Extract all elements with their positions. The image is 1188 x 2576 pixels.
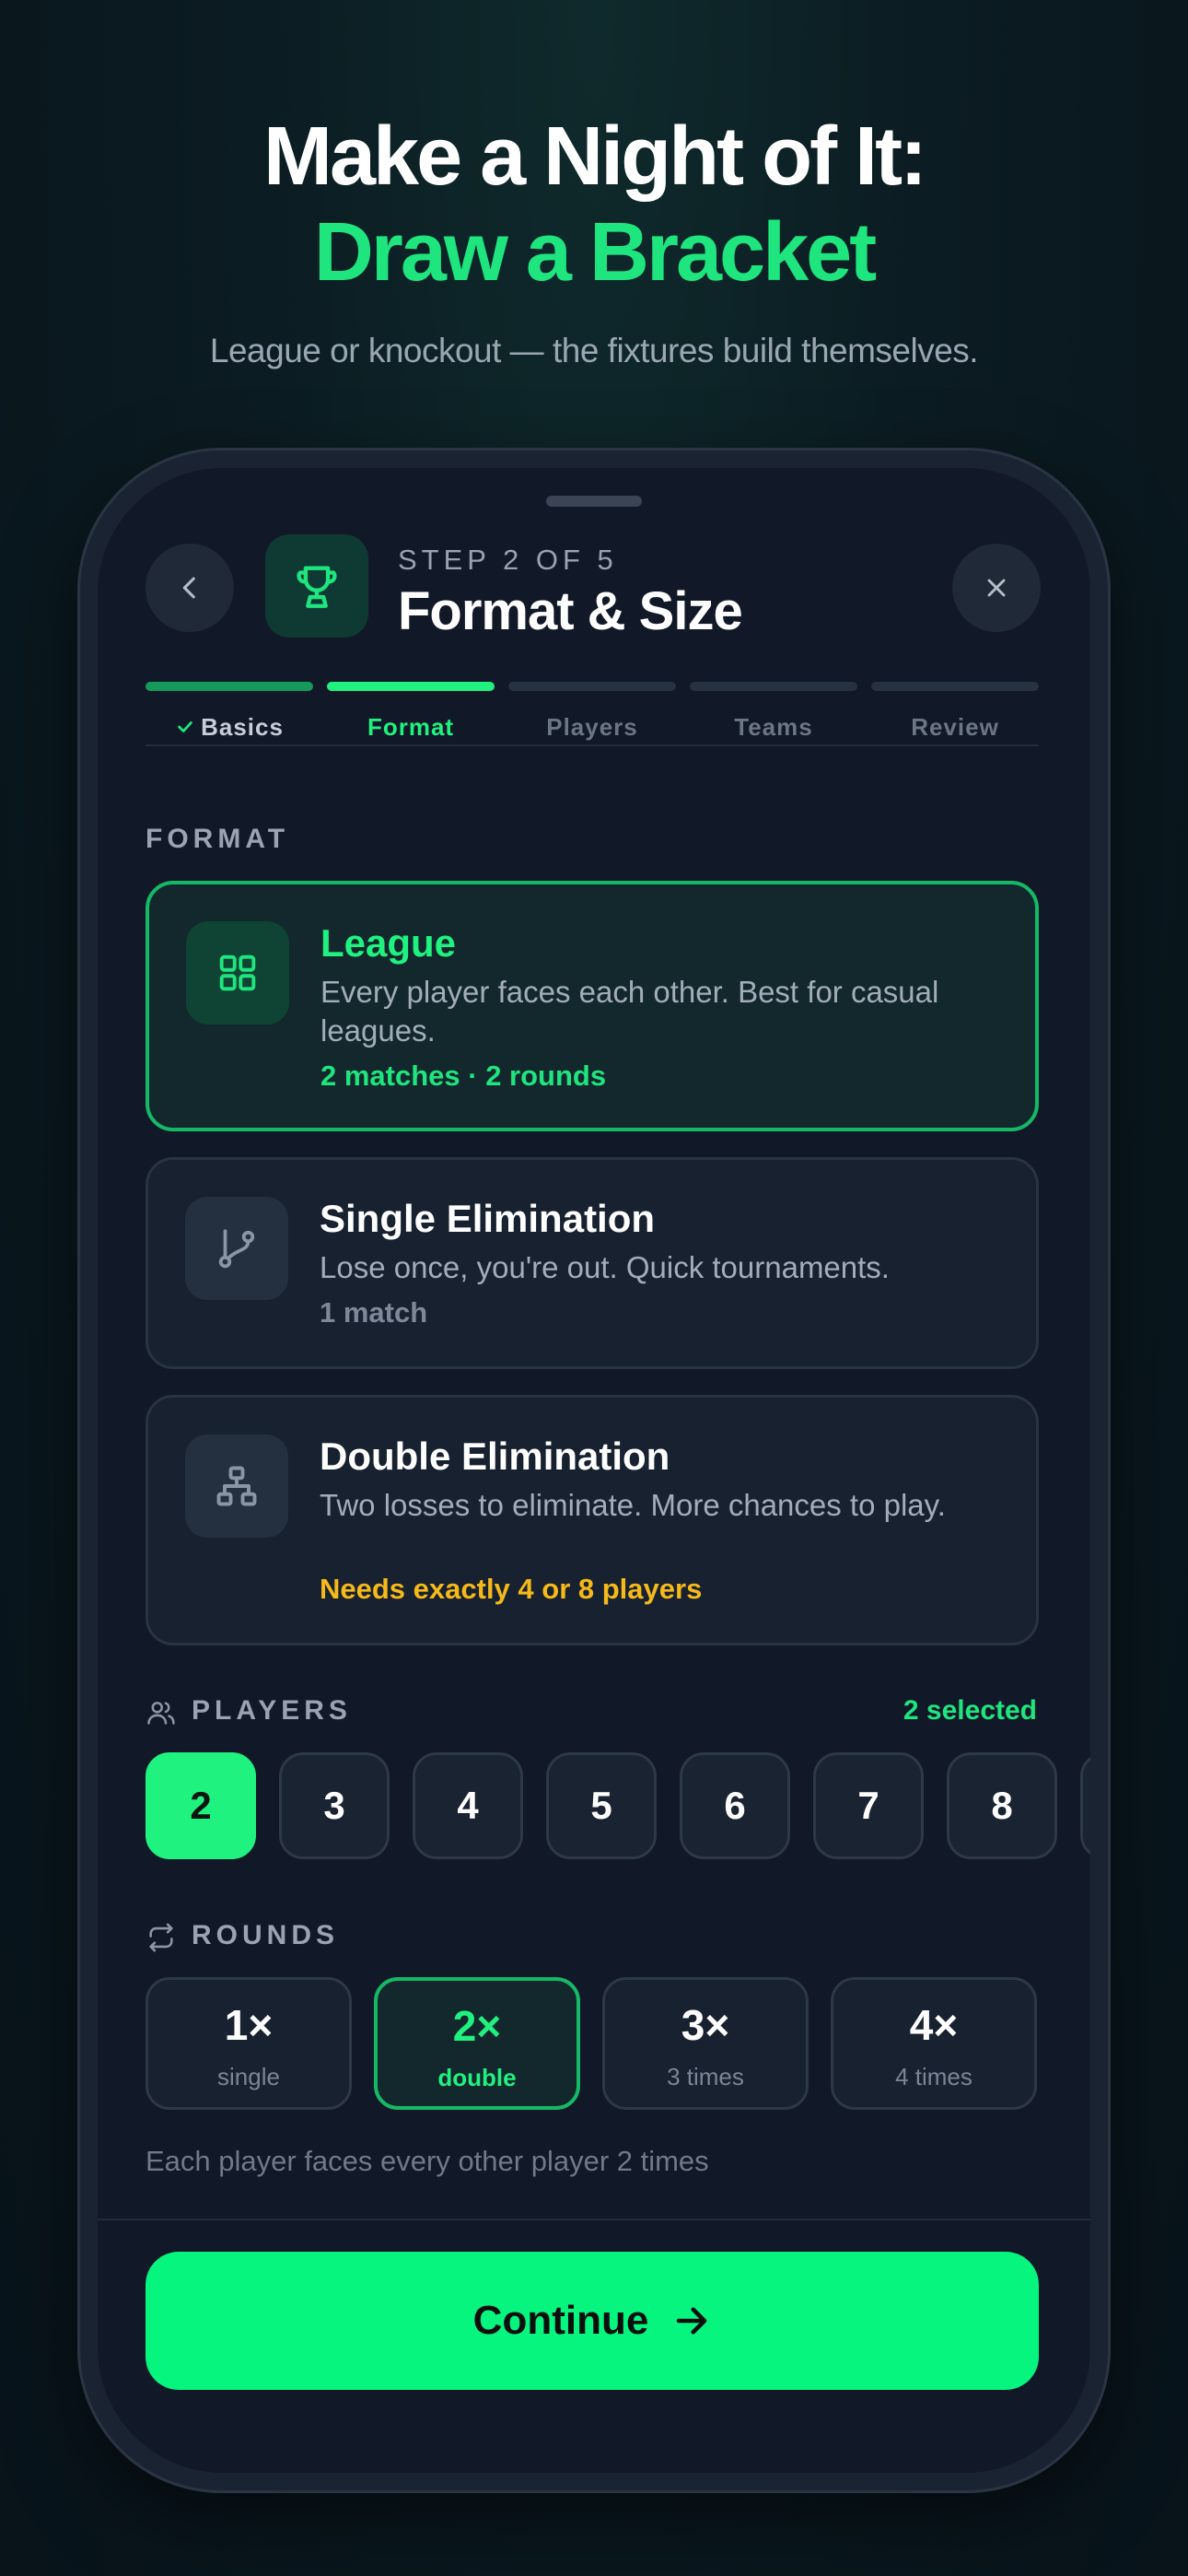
- footer-divider: [98, 2219, 1090, 2220]
- progress-segment-basics: [146, 682, 313, 691]
- step-format[interactable]: Format: [327, 713, 495, 742]
- wizard-sheet: STEP 2 OF 5 Format & Size Basics Format …: [98, 468, 1090, 2473]
- rounds-option-value: 3×: [681, 2001, 730, 2049]
- player-count-chip[interactable]: 8: [947, 1752, 1057, 1859]
- arrow-right-icon: [677, 2307, 707, 2335]
- rounds-option-value: 2×: [452, 2002, 502, 2050]
- header-divider: [146, 744, 1039, 746]
- rounds-option-value: 1×: [224, 2001, 274, 2049]
- step-icon-tile: [265, 534, 368, 638]
- format-option-meta: Needs exactly 4 or 8 players: [320, 1573, 703, 1605]
- continue-button[interactable]: Continue: [146, 2252, 1039, 2390]
- hero-subtitle: League or knockout — the fixtures build …: [209, 332, 979, 369]
- sheet-grabber[interactable]: [546, 496, 642, 507]
- hero-title-line2: Draw a Bracket: [313, 206, 877, 299]
- format-option-description: Every player faces each other. Best for …: [320, 975, 939, 1048]
- progress-segment-format: [327, 682, 495, 691]
- back-button[interactable]: [146, 544, 234, 632]
- format-option-title: Double Elimination: [320, 1434, 670, 1478]
- player-count-chip[interactable]: 5: [546, 1752, 657, 1859]
- player-count-chip[interactable]: 2: [146, 1752, 256, 1859]
- rounds-option[interactable]: 1× single: [146, 1977, 352, 2110]
- format-section-label: FORMAT: [146, 824, 290, 854]
- player-count-chip[interactable]: 6: [680, 1752, 790, 1859]
- players-chip-row[interactable]: 2 3 4 5 6 7 8: [146, 1752, 1090, 1863]
- hero-title-line1: Make a Night of It:: [262, 111, 927, 203]
- repeat-icon: [149, 1923, 173, 1952]
- users-icon: [147, 1702, 175, 1725]
- grid-icon: [219, 954, 256, 991]
- progress-segment-review: [871, 682, 1039, 691]
- rounds-option-caption: single: [217, 2063, 280, 2090]
- branch-icon: [218, 1229, 255, 1269]
- hero-title: Make a Night of It: Draw a Bracket: [0, 109, 1188, 300]
- page-title: Format & Size: [398, 581, 743, 641]
- player-count-chip[interactable]: 7: [813, 1752, 924, 1859]
- check-icon: [178, 721, 192, 732]
- step-review[interactable]: Review: [871, 713, 1039, 742]
- format-option-single-elimination[interactable]: Single Elimination Lose once, you're out…: [146, 1157, 1039, 1369]
- close-button[interactable]: [952, 544, 1041, 632]
- rounds-option-caption: double: [437, 2064, 517, 2091]
- chevron-left-icon: [182, 577, 195, 599]
- player-count-chip[interactable]: 3: [279, 1752, 390, 1859]
- format-option-description: Two losses to eliminate. More chances to…: [320, 1488, 946, 1522]
- trophy-icon: [297, 566, 337, 608]
- rounds-option[interactable]: 2× double: [374, 1977, 580, 2110]
- rounds-section-label: ROUNDS: [192, 1920, 340, 1950]
- format-option-meta: 1 match: [320, 1296, 428, 1329]
- format-option-title: Single Elimination: [320, 1197, 656, 1240]
- player-count-chip[interactable]: 4: [413, 1752, 523, 1859]
- format-option-description: Lose once, you're out. Quick tournaments…: [320, 1250, 890, 1284]
- rounds-option-value: 4×: [909, 2001, 959, 2049]
- rounds-option[interactable]: 3× 3 times: [602, 1977, 809, 2110]
- step-players-label: Players: [546, 713, 638, 741]
- players-selected-count: 2 selected: [903, 1695, 1037, 1726]
- format-option-double-elimination[interactable]: Double Elimination Two losses to elimina…: [146, 1395, 1039, 1645]
- phone-frame: STEP 2 OF 5 Format & Size Basics Format …: [77, 448, 1111, 2493]
- format-icon-tile: [185, 1197, 288, 1300]
- rounds-option[interactable]: 4× 4 times: [831, 1977, 1037, 2110]
- rounds-option-caption: 3 times: [667, 2063, 744, 2090]
- step-basics-label: Basics: [201, 713, 284, 741]
- rounds-note: Each player faces every other player 2 t…: [146, 2145, 709, 2177]
- step-format-label: Format: [367, 713, 455, 741]
- step-review-label: Review: [911, 713, 999, 741]
- progress-segment-players: [508, 682, 676, 691]
- format-icon-tile: [185, 1434, 288, 1538]
- format-option-meta: 2 matches · 2 rounds: [320, 1060, 607, 1092]
- close-icon: [987, 579, 1006, 597]
- player-count-chip[interactable]: [1080, 1752, 1090, 1859]
- step-teams-label: Teams: [734, 713, 813, 741]
- continue-label: Continue: [472, 2298, 649, 2343]
- format-option-league[interactable]: League Every player faces each other. Be…: [146, 881, 1039, 1131]
- step-basics[interactable]: Basics: [146, 713, 313, 742]
- bracket-icon: [216, 1466, 257, 1506]
- players-section-label: PLAYERS: [192, 1695, 352, 1726]
- progress-segment-teams: [690, 682, 857, 691]
- step-label: STEP 2 OF 5: [398, 544, 618, 576]
- step-teams[interactable]: Teams: [690, 713, 857, 742]
- format-option-title: League: [320, 921, 457, 965]
- format-icon-tile: [186, 921, 289, 1025]
- step-players[interactable]: Players: [508, 713, 676, 742]
- rounds-option-caption: 4 times: [895, 2063, 973, 2090]
